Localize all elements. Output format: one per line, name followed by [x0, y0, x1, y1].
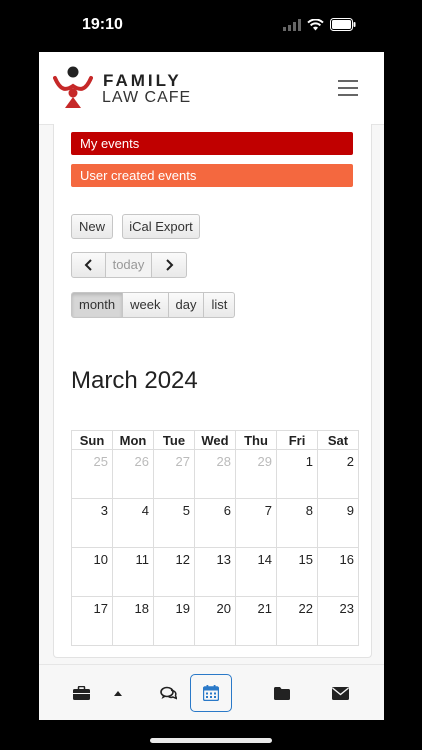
mail-icon: [331, 686, 349, 700]
battery-icon: [330, 18, 356, 36]
chevron-up-icon: [114, 690, 122, 696]
week-row: 17 18 19 20 21 22 23: [71, 596, 359, 646]
tab-chat[interactable]: [152, 675, 184, 711]
day-cell[interactable]: 14: [235, 547, 277, 597]
briefcase-icon: [72, 686, 90, 700]
chevron-right-icon: [166, 259, 174, 271]
week-row: 10 11 12 13 14 15 16: [71, 547, 359, 597]
new-event-button[interactable]: New: [71, 214, 113, 239]
day-cell[interactable]: 12: [153, 547, 195, 597]
chat-icon: [159, 686, 177, 700]
tab-calendar[interactable]: [190, 674, 232, 712]
list-view-button[interactable]: list: [204, 292, 236, 318]
week-row: 25 26 27 28 29 1 2: [71, 449, 359, 499]
app-window: FAMILY LAW CAFE My events User created e…: [39, 52, 384, 720]
day-cell[interactable]: 11: [112, 547, 154, 597]
day-cell[interactable]: 26: [112, 449, 154, 499]
day-cell[interactable]: 21: [235, 596, 277, 646]
day-cell[interactable]: 20: [194, 596, 236, 646]
weekday-header: Tue: [153, 430, 195, 450]
legend-user-created-events: User created events: [71, 164, 353, 187]
status-bar: 19:10: [0, 0, 422, 52]
day-cell[interactable]: 1: [276, 449, 318, 499]
weekday-header: Wed: [194, 430, 236, 450]
calendar-nav-group: today: [71, 252, 187, 278]
chevron-left-icon: [84, 259, 92, 271]
week-view-button[interactable]: week: [123, 292, 169, 318]
weekday-header: Fri: [276, 430, 318, 450]
day-cell[interactable]: 15: [276, 547, 318, 597]
day-cell[interactable]: 28: [194, 449, 236, 499]
day-cell[interactable]: 10: [71, 547, 113, 597]
today-button[interactable]: today: [106, 252, 152, 278]
day-view-button[interactable]: day: [168, 292, 205, 318]
app-header: FAMILY LAW CAFE: [39, 52, 384, 125]
tab-folder[interactable]: [266, 675, 298, 711]
menu-hamburger-icon[interactable]: [338, 80, 358, 96]
day-cell[interactable]: 5: [153, 498, 195, 548]
tab-briefcase[interactable]: [65, 675, 97, 711]
day-cell[interactable]: 8: [276, 498, 318, 548]
prev-month-button[interactable]: [71, 252, 106, 278]
month-grid: Sun Mon Tue Wed Thu Fri Sat 25 26 27 28: [71, 430, 359, 646]
day-cell[interactable]: 9: [317, 498, 359, 548]
brand-name-line1: FAMILY: [103, 71, 182, 90]
tab-expand[interactable]: [102, 675, 134, 711]
week-row: 3 4 5 6 7 8 9: [71, 498, 359, 548]
tab-mail[interactable]: [324, 675, 356, 711]
day-cell[interactable]: 2: [317, 449, 359, 499]
weekday-header: Mon: [112, 430, 154, 450]
family-logo-icon[interactable]: [53, 66, 93, 115]
day-cell[interactable]: 16: [317, 547, 359, 597]
day-cell[interactable]: 3: [71, 498, 113, 548]
calendar-icon: [203, 685, 219, 701]
day-cell[interactable]: 29: [235, 449, 277, 499]
bottom-tab-bar: [39, 664, 384, 720]
home-indicator[interactable]: [150, 738, 272, 743]
next-month-button[interactable]: [152, 252, 187, 278]
month-view-button[interactable]: month: [71, 292, 124, 318]
phone-screen: 19:10 FAMILY LAW CAFE My events User cre…: [0, 0, 422, 750]
folder-icon: [274, 686, 290, 700]
status-icons: [283, 18, 356, 36]
day-cell[interactable]: 6: [194, 498, 236, 548]
brand-name-line2: LAW CAFE: [102, 89, 192, 106]
day-cell[interactable]: 19: [153, 596, 195, 646]
weekday-header: Thu: [235, 430, 277, 450]
calendar-month-title: March 2024: [71, 367, 198, 394]
view-switcher: month week day list: [71, 292, 236, 318]
day-cell[interactable]: 17: [71, 596, 113, 646]
day-cell[interactable]: 25: [71, 449, 113, 499]
ical-export-button[interactable]: iCal Export: [122, 214, 200, 239]
legend-my-events: My events: [71, 132, 353, 155]
weekday-header-row: Sun Mon Tue Wed Thu Fri Sat: [71, 430, 359, 450]
weekday-header: Sun: [71, 430, 113, 450]
day-cell[interactable]: 23: [317, 596, 359, 646]
weekday-header: Sat: [317, 430, 359, 450]
day-cell[interactable]: 18: [112, 596, 154, 646]
day-cell[interactable]: 27: [153, 449, 195, 499]
day-cell[interactable]: 7: [235, 498, 277, 548]
calendar-card: My events User created events New iCal E…: [53, 124, 372, 658]
signal-icon: [283, 18, 301, 36]
wifi-icon: [307, 18, 324, 36]
day-cell[interactable]: 4: [112, 498, 154, 548]
day-cell[interactable]: 22: [276, 596, 318, 646]
day-cell[interactable]: 13: [194, 547, 236, 597]
status-time: 19:10: [82, 16, 123, 33]
